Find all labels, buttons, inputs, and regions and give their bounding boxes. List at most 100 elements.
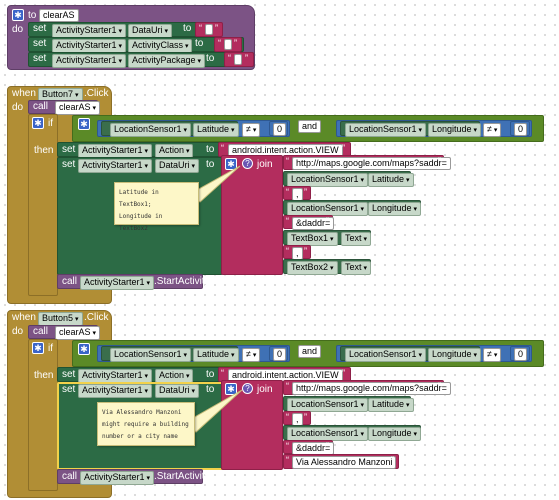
property-dropdown[interactable]: Latitude	[368, 173, 414, 187]
button-dropdown[interactable]: Button5	[38, 312, 83, 326]
comment-line: number or a city name	[102, 433, 178, 440]
then-keyword: then	[34, 370, 54, 381]
comment-bubble[interactable]: Latitude in TextBox1; Longitude in TextB…	[114, 182, 199, 232]
component-dropdown[interactable]: ActivityStarter1	[78, 384, 152, 398]
component-dropdown[interactable]: ActivityStarter1	[52, 24, 126, 38]
gear-icon[interactable]: ✱	[12, 9, 24, 21]
operator-dropdown[interactable]: ≠	[483, 123, 502, 137]
quote-left: “	[286, 156, 289, 166]
gear-icon[interactable]: ✱	[78, 343, 90, 355]
comment-bubble[interactable]: Via Alessandro Manzoni might require a b…	[97, 402, 195, 446]
component-dropdown[interactable]: LocationSensor1	[287, 398, 369, 412]
property-dropdown[interactable]: Latitude	[193, 123, 239, 137]
method-name: .StartActivity	[154, 471, 210, 482]
when-keyword: when	[12, 312, 36, 323]
operator-dropdown[interactable]: ≠	[242, 348, 261, 362]
component-dropdown[interactable]: ActivityStarter1	[80, 471, 154, 485]
property-dropdown[interactable]: Action	[155, 144, 194, 158]
then-keyword: then	[34, 145, 54, 156]
component-dropdown[interactable]: ActivityStarter1	[78, 144, 152, 158]
event-name: .Click	[84, 88, 109, 99]
quote-left: “	[221, 368, 224, 378]
quote-left: “	[228, 53, 231, 63]
property-dropdown[interactable]: Latitude	[368, 398, 414, 412]
number-field[interactable]: 0	[514, 348, 528, 361]
property-dropdown[interactable]: Longitude	[368, 202, 422, 216]
property-dropdown[interactable]: Latitude	[193, 348, 239, 362]
component-dropdown[interactable]: LocationSensor1	[287, 427, 369, 441]
comment-pointer	[190, 165, 241, 203]
call-keyword: call	[33, 101, 49, 112]
property-dropdown[interactable]: DataUri	[128, 24, 172, 38]
number-field[interactable]: 0	[273, 348, 287, 361]
call-keyword: call	[33, 326, 49, 337]
if-block[interactable]	[28, 114, 58, 296]
to-keyword: to	[206, 144, 215, 155]
call-keyword: call	[62, 276, 78, 287]
property-dropdown[interactable]: ActivityClass	[128, 39, 193, 53]
quote-left: “	[199, 23, 202, 33]
to-keyword: to	[206, 369, 215, 380]
do-keyword: do	[12, 326, 24, 337]
component-dropdown[interactable]: ActivityStarter1	[78, 369, 152, 383]
property-dropdown[interactable]: ActivityPackage	[128, 54, 205, 68]
component-dropdown[interactable]: LocationSensor1	[345, 123, 427, 137]
empty-text-field[interactable]	[205, 24, 213, 35]
when-keyword: when	[12, 88, 36, 99]
component-dropdown[interactable]: ActivityStarter1	[80, 276, 154, 290]
gear-icon[interactable]: ✱	[32, 342, 44, 354]
property-dropdown[interactable]: Text	[341, 261, 371, 275]
if-keyword: if	[48, 343, 53, 354]
gear-icon[interactable]: ✱	[78, 118, 90, 130]
operator-dropdown[interactable]: ≠	[483, 348, 502, 362]
property-dropdown[interactable]: Text	[341, 232, 371, 246]
property-dropdown[interactable]: Action	[155, 369, 194, 383]
do-keyword: do	[12, 102, 24, 113]
component-dropdown[interactable]: TextBox2	[287, 261, 338, 275]
quote-right: ”	[304, 187, 307, 197]
component-dropdown[interactable]: ActivityStarter1	[78, 159, 152, 173]
empty-text-field[interactable]	[224, 39, 232, 50]
procedure-dropdown[interactable]: clearAS	[55, 326, 100, 340]
if-block[interactable]	[28, 339, 58, 491]
quote-left: “	[286, 216, 289, 226]
comment-line: Via Alessandro Manzoni	[102, 409, 182, 416]
number-field[interactable]: 0	[273, 123, 287, 136]
set-keyword: set	[62, 144, 76, 155]
component-dropdown[interactable]: LocationSensor1	[110, 123, 192, 137]
and-dropdown[interactable]: and	[298, 345, 322, 358]
component-dropdown[interactable]: LocationSensor1	[287, 173, 369, 187]
procedure-dropdown[interactable]: clearAS	[55, 101, 100, 115]
quote-right: ”	[245, 53, 248, 63]
do-keyword: do	[12, 24, 24, 35]
quote-right: ”	[304, 246, 307, 256]
and-dropdown[interactable]: and	[298, 120, 322, 133]
property-dropdown[interactable]: Longitude	[428, 123, 482, 137]
component-dropdown[interactable]: LocationSensor1	[345, 348, 427, 362]
component-dropdown[interactable]: LocationSensor1	[110, 348, 192, 362]
property-dropdown[interactable]: Longitude	[368, 427, 422, 441]
component-dropdown[interactable]: LocationSensor1	[287, 202, 369, 216]
comment-line: Latitude in TextBox1;	[119, 189, 159, 208]
quote-left: “	[286, 187, 289, 197]
quote-left: “	[286, 455, 289, 465]
quote-left: “	[286, 441, 289, 451]
empty-text-field[interactable]	[234, 54, 242, 65]
quote-right: ”	[438, 381, 441, 391]
component-dropdown[interactable]: TextBox1	[287, 232, 338, 246]
procedure-name-field[interactable]: clearAS	[39, 9, 79, 22]
quote-left: “	[286, 246, 289, 256]
join-keyword: join	[257, 159, 273, 170]
component-dropdown[interactable]: ActivityStarter1	[52, 54, 126, 68]
text-field[interactable]: Via Alessandro Manzoni	[292, 456, 397, 469]
property-dropdown[interactable]: Longitude	[428, 348, 482, 362]
set-keyword: set	[62, 159, 76, 170]
quote-left: “	[286, 381, 289, 391]
text-field[interactable]: http://maps.google.com/maps?saddr=	[292, 382, 451, 395]
component-dropdown[interactable]: ActivityStarter1	[52, 39, 126, 53]
number-field[interactable]: 0	[514, 123, 528, 136]
text-field[interactable]: http://maps.google.com/maps?saddr=	[292, 157, 451, 170]
to-keyword: to	[195, 38, 204, 49]
gear-icon[interactable]: ✱	[32, 117, 44, 129]
operator-dropdown[interactable]: ≠	[242, 123, 261, 137]
